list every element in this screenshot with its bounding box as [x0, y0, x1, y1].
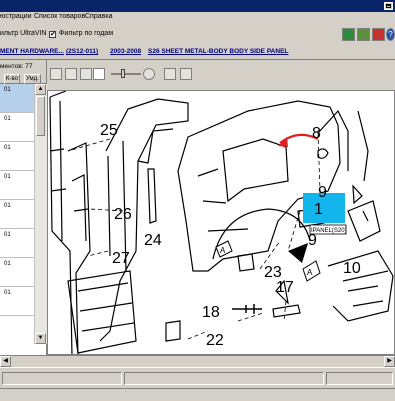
- copy-icon[interactable]: [180, 68, 192, 80]
- zoom-slider[interactable]: [111, 73, 141, 75]
- breadcrumb-years-link[interactable]: 2003-2008: [110, 48, 141, 55]
- scroll-right-icon[interactable]: ▶: [384, 356, 395, 367]
- column-qty[interactable]: К-во: [4, 74, 20, 84]
- year-filter-checkbox[interactable]: ✔: [49, 31, 56, 38]
- list-item[interactable]: 01: [0, 171, 34, 200]
- truck-icon[interactable]: [342, 28, 355, 41]
- scroll-thumb[interactable]: [36, 96, 45, 136]
- status-panel-left: [2, 372, 122, 385]
- magnifier-icon[interactable]: [93, 68, 105, 80]
- callout-9b[interactable]: 9: [308, 232, 317, 249]
- callout-17[interactable]: 17: [276, 279, 294, 296]
- list-item[interactable]: 01: [0, 287, 34, 316]
- callout-27[interactable]: 27: [112, 250, 130, 267]
- menu-help[interactable]: Справка: [85, 13, 112, 20]
- diagram-drawing: 25 8 9 1 26 24 27 23 9 10 17 18 22 IPANE…: [49, 91, 394, 354]
- ultravin-filter-label: ильтр UltraVIN: [0, 30, 47, 37]
- breadcrumb-hardware-link[interactable]: MENT HARDWARE...: [0, 48, 64, 55]
- list-item[interactable]: 01: [0, 113, 34, 142]
- callout-8[interactable]: 8: [312, 125, 321, 142]
- parts-diagram[interactable]: 25 8 9 1 26 24 27 23 9 10 17 18 22 IPANE…: [47, 90, 395, 355]
- settings-icon[interactable]: [372, 28, 385, 41]
- callout-24[interactable]: 24: [144, 232, 162, 249]
- list-item[interactable]: 01: [0, 200, 34, 229]
- parts-count: ментов: 77: [0, 60, 46, 73]
- list-item[interactable]: 01: [0, 229, 34, 258]
- status-panel-right: [326, 372, 393, 385]
- callout-25[interactable]: 25: [100, 122, 118, 139]
- scroll-down-icon[interactable]: ▼: [35, 333, 46, 344]
- list-item[interactable]: 01: [0, 84, 34, 113]
- year-filter-label: Фильтр по годам: [59, 30, 114, 37]
- breadcrumb-code-link[interactable]: (2S12-011): [66, 48, 98, 55]
- zoom-out-icon[interactable]: [80, 68, 92, 80]
- scroll-left-icon[interactable]: ◀: [0, 356, 11, 367]
- list-header: К-во Умд.: [0, 73, 46, 84]
- marker-a-2: A: [220, 246, 226, 255]
- print-diagram-icon[interactable]: [164, 68, 176, 80]
- callout-18[interactable]: 18: [202, 304, 220, 321]
- column-apply[interactable]: Умд.: [24, 74, 41, 84]
- list-scrollbar[interactable]: ▲ ▼: [34, 84, 47, 344]
- status-panel-middle: [124, 372, 324, 385]
- zoom-slider-handle[interactable]: [121, 69, 125, 78]
- inset-label: IPANEL(S20): [311, 228, 347, 234]
- list-item[interactable]: 01: [0, 142, 34, 171]
- scroll-up-icon[interactable]: ▲: [35, 84, 46, 95]
- filter-toolbar: ильтр UltraVIN ✔ Фильтр по годам ?: [0, 23, 395, 46]
- breadcrumb-section-link[interactable]: S26 SHEET METAL-BODY BODY SIDE PANEL: [148, 48, 288, 55]
- list-item[interactable]: 01: [0, 258, 34, 287]
- menu-parts-list[interactable]: Список товаров: [34, 13, 85, 20]
- callout-22[interactable]: 22: [206, 332, 224, 349]
- breadcrumb: MENT HARDWARE... (2S12-011) 2003-2008 S2…: [0, 45, 395, 60]
- zoom-in-icon[interactable]: [65, 68, 77, 80]
- status-bar: [0, 367, 395, 389]
- callout-26[interactable]: 26: [114, 206, 132, 223]
- zoom-fit-icon[interactable]: [50, 68, 62, 80]
- title-bar: [0, 0, 395, 12]
- print-icon[interactable]: [357, 28, 370, 41]
- help-icon[interactable]: ?: [386, 28, 395, 41]
- restore-window-button[interactable]: [384, 2, 393, 10]
- callout-9[interactable]: 9: [318, 184, 327, 201]
- search-icon[interactable]: [143, 68, 155, 80]
- marker-a: A: [307, 268, 313, 277]
- callout-10[interactable]: 10: [343, 260, 361, 277]
- menu-illustrations[interactable]: юстрации: [0, 13, 32, 20]
- callout-1[interactable]: 1: [314, 201, 323, 218]
- taskbar-strip: [0, 388, 395, 401]
- diagram-toolbar: [47, 60, 395, 88]
